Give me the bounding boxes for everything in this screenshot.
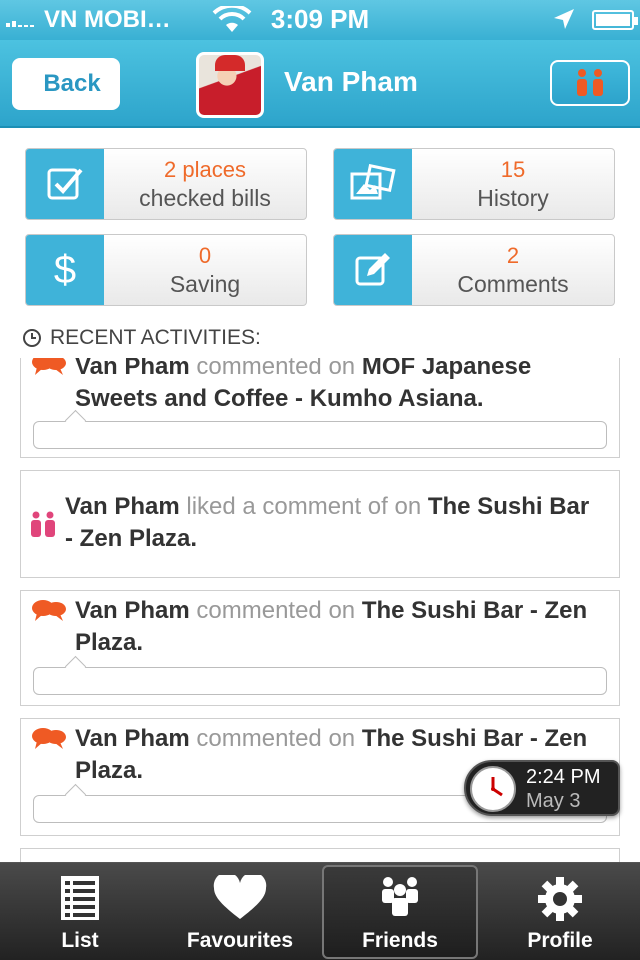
comment-field[interactable] [33, 421, 607, 449]
people-icon [31, 511, 55, 537]
dollar-icon: $ [26, 235, 104, 305]
pictures-icon [334, 149, 412, 219]
status-bar: VN MOBI… 3:09 PM [0, 0, 640, 40]
activity-user[interactable]: Van Pham [75, 358, 190, 380]
stat-label: Comments [457, 271, 569, 297]
tab-label: Profile [527, 929, 593, 952]
checkbox-icon [26, 149, 104, 219]
nav-bar: Back Van Pham [0, 40, 640, 128]
stat-history[interactable]: 15 History [333, 148, 615, 220]
activity-user[interactable]: Van Pham [65, 493, 180, 520]
recent-activities-header: RECENT ACTIVITIES: [22, 326, 261, 350]
comment-icon [32, 358, 66, 375]
recent-activities-label: RECENT ACTIVITIES: [50, 326, 261, 349]
gear-icon [538, 877, 582, 921]
tab-label: Favourites [186, 929, 294, 952]
list-icon [61, 876, 99, 920]
edit-icon [334, 235, 412, 305]
activity-verb: liked a comment of on [186, 493, 422, 520]
activity-verb: commented on [196, 597, 356, 624]
friend-button[interactable] [550, 60, 630, 106]
tab-bar: List Favourites Friends Profile [0, 862, 640, 960]
tab-friends[interactable]: Friends [320, 863, 480, 960]
clock-icon [23, 329, 41, 347]
timestamp-badge: 2:24 PM May 3 [464, 760, 620, 816]
list-item[interactable]: Van Pham commented on The Sushi Bar - Ze… [20, 590, 620, 706]
list-item[interactable] [20, 848, 620, 862]
activity-user[interactable]: Van Pham [75, 597, 190, 624]
activity-user[interactable]: Van Pham [75, 725, 190, 752]
stat-label: History [477, 185, 549, 211]
comment-field[interactable] [33, 667, 607, 695]
stat-value: 2 [506, 243, 520, 268]
stat-label: Saving [169, 271, 241, 297]
friends-icon [382, 877, 418, 916]
list-item[interactable]: Van Pham liked a comment of on The Sushi… [20, 470, 620, 578]
battery-icon [592, 10, 638, 30]
stat-value: 15 [500, 157, 526, 182]
badge-date: May 3 [526, 790, 581, 812]
list-item[interactable]: Van Pham commented on MOF Japanese Sweet… [20, 358, 620, 458]
clock-time: 3:09 PM [270, 4, 370, 34]
tab-label: Friends [362, 929, 438, 952]
activity-verb: commented on [196, 358, 356, 380]
badge-time: 2:24 PM [526, 766, 601, 788]
location-arrow-icon [554, 9, 574, 29]
heart-icon [213, 875, 267, 919]
comment-icon [32, 728, 66, 749]
activity-verb: commented on [196, 725, 356, 752]
page-title: Van Pham [284, 66, 418, 97]
comment-icon [32, 600, 66, 621]
avatar [196, 52, 264, 118]
stat-checked-bills[interactable]: 2 places checked bills [25, 148, 307, 220]
stat-label: checked bills [139, 185, 271, 211]
stat-saving[interactable]: $ 0 Saving [25, 234, 307, 306]
friends-icon [577, 69, 603, 96]
stat-comments[interactable]: 2 Comments [333, 234, 615, 306]
tab-list[interactable]: List [0, 863, 160, 960]
tab-profile[interactable]: Profile [480, 863, 640, 960]
analog-clock-icon [470, 766, 516, 812]
tab-label: List [61, 929, 99, 952]
stat-value: 2 places [164, 157, 246, 182]
back-button[interactable]: Back [12, 58, 120, 110]
tab-favourites[interactable]: Favourites [160, 863, 320, 960]
stat-value: 0 [198, 243, 212, 268]
